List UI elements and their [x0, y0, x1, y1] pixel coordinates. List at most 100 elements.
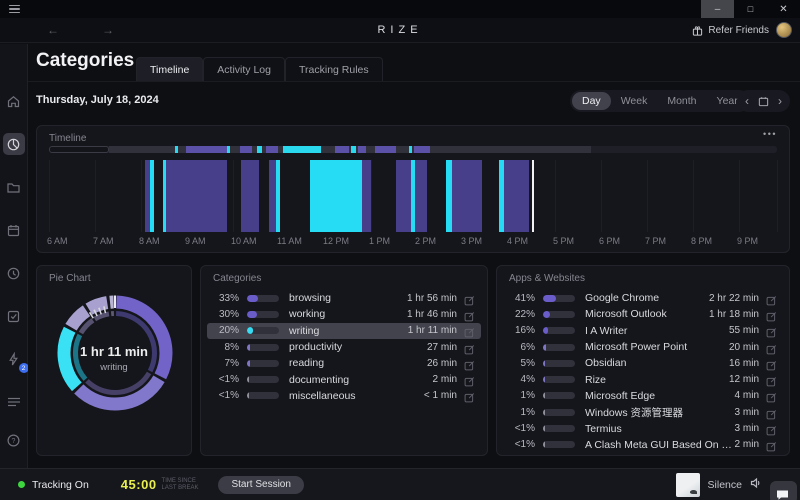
- sidebar-item-history[interactable]: [3, 262, 25, 284]
- edit-icon[interactable]: [464, 342, 475, 353]
- edit-icon[interactable]: [766, 423, 777, 434]
- edit-icon[interactable]: [464, 358, 475, 369]
- sidebar: 2 ? ⚙: [0, 44, 28, 468]
- minimize-button[interactable]: –: [701, 0, 734, 18]
- pie-inner-segment-writing[interactable]: [75, 335, 85, 379]
- timeline-block[interactable]: [269, 160, 276, 232]
- back-arrow-icon[interactable]: ←: [44, 23, 62, 37]
- range-day[interactable]: Day: [572, 92, 611, 110]
- sidebar-item-projects[interactable]: [3, 176, 25, 198]
- timeline-menu-button[interactable]: •••: [763, 129, 777, 139]
- edit-icon[interactable]: [766, 309, 777, 320]
- tab-timeline[interactable]: Timeline: [136, 57, 203, 82]
- edit-icon[interactable]: [766, 390, 777, 401]
- category-row-browsing[interactable]: 33%browsing1 hr 56 min: [207, 290, 481, 306]
- category-row-working[interactable]: 30%working1 hr 46 min: [207, 306, 481, 322]
- pie-inner-segment-working[interactable]: [87, 373, 149, 393]
- edit-icon[interactable]: [464, 325, 475, 336]
- hamburger-menu-icon[interactable]: [9, 5, 20, 14]
- timeline-block[interactable]: [504, 160, 529, 232]
- category-bar: [247, 311, 279, 318]
- timeline-now-cursor[interactable]: [532, 160, 534, 232]
- app-row-rize[interactable]: 4%Rize12 min: [503, 371, 783, 387]
- range-week[interactable]: Week: [611, 92, 658, 110]
- category-row-writing[interactable]: 20%writing1 hr 11 min: [207, 323, 481, 339]
- edit-icon[interactable]: [464, 390, 475, 401]
- timeline-block[interactable]: [452, 160, 483, 232]
- category-label: miscellaneous: [289, 390, 424, 402]
- app-row-microsoft-outlook[interactable]: 22%Microsoft Outlook1 hr 18 min: [503, 306, 783, 322]
- category-bar: [247, 392, 279, 399]
- app-label: Microsoft Edge: [585, 390, 735, 402]
- next-day-button[interactable]: ›: [778, 95, 782, 107]
- edit-icon[interactable]: [766, 293, 777, 304]
- close-button[interactable]: ✕: [767, 0, 800, 18]
- sidebar-item-help[interactable]: ?: [3, 429, 25, 451]
- timeline-block[interactable]: [166, 160, 226, 232]
- timeline-hour-labels: 6 AM7 AM8 AM9 AM10 AM11 AM12 PM1 PM2 PM3…: [49, 236, 777, 248]
- timeline-minimap[interactable]: [49, 146, 777, 153]
- user-avatar[interactable]: [776, 22, 792, 38]
- edit-icon[interactable]: [464, 293, 475, 304]
- maximize-button[interactable]: □: [734, 0, 767, 18]
- tabs: TimelineActivity LogTracking Rules: [136, 57, 383, 82]
- sidebar-item-categories[interactable]: [3, 133, 25, 155]
- start-session-button[interactable]: Start Session: [218, 476, 303, 494]
- app-row-google-chrome[interactable]: 41%Google Chrome2 hr 22 min: [503, 290, 783, 306]
- forward-arrow-icon[interactable]: →: [99, 23, 117, 37]
- app-row-microsoft-power-point[interactable]: 6%Microsoft Power Point20 min: [503, 339, 783, 355]
- tab-tracking-rules[interactable]: Tracking Rules: [285, 57, 383, 82]
- timeline-hour-label: 5 PM: [553, 236, 574, 246]
- edit-icon[interactable]: [464, 309, 475, 320]
- timeline-block[interactable]: [276, 160, 280, 232]
- category-percent: 33%: [213, 293, 239, 304]
- app-label: Windows 资源管理器: [585, 405, 735, 420]
- category-label: productivity: [289, 341, 427, 353]
- prev-day-button[interactable]: ‹: [745, 95, 749, 107]
- app-row-obsidian[interactable]: 5%Obsidian16 min: [503, 355, 783, 371]
- chat-widget-button[interactable]: [770, 481, 797, 500]
- timeline-block[interactable]: [396, 160, 411, 232]
- app-row-i-a-writer[interactable]: 16%I A Writer55 min: [503, 323, 783, 339]
- category-duration: 27 min: [427, 342, 457, 353]
- edit-icon[interactable]: [766, 358, 777, 369]
- tracking-status-dot: [18, 481, 25, 488]
- category-row-productivity[interactable]: 8%productivity27 min: [207, 339, 481, 355]
- edit-icon[interactable]: [766, 407, 777, 418]
- app-bar: [543, 344, 575, 351]
- speaker-icon[interactable]: [750, 476, 762, 494]
- sidebar-item-calendar[interactable]: [3, 219, 25, 241]
- tab-activity-log[interactable]: Activity Log: [203, 57, 285, 82]
- timeline-block[interactable]: [150, 160, 154, 232]
- range-month[interactable]: Month: [657, 92, 706, 110]
- category-row-documenting[interactable]: <1%documenting2 min: [207, 371, 481, 387]
- app-row-windows[interactable]: 1%Windows 资源管理器3 min: [503, 404, 783, 420]
- app-percent: <1%: [509, 439, 535, 450]
- sidebar-item-sessions[interactable]: 2: [3, 348, 25, 370]
- album-art[interactable]: [676, 473, 700, 497]
- edit-icon[interactable]: [766, 374, 777, 385]
- refer-friends-button[interactable]: Refer Friends: [692, 25, 769, 36]
- category-row-reading[interactable]: 7%reading26 min: [207, 355, 481, 371]
- pie-chart[interactable]: [51, 289, 179, 417]
- sidebar-item-list[interactable]: [3, 391, 25, 413]
- timeline-chart: [49, 160, 777, 232]
- sidebar-item-home[interactable]: [3, 90, 25, 112]
- app-row-a-clash-meta-gui-based-on-ta[interactable]: <1%A Clash Meta GUI Based On Ta...2 min: [503, 437, 783, 453]
- calendar-picker-icon[interactable]: [758, 96, 769, 107]
- app-row-termius[interactable]: <1%Termius3 min: [503, 420, 783, 436]
- timeline-block[interactable]: [310, 160, 362, 232]
- edit-icon[interactable]: [464, 374, 475, 385]
- category-bar: [247, 327, 279, 334]
- chat-bubble-icon: [776, 489, 789, 500]
- edit-icon[interactable]: [766, 325, 777, 336]
- sidebar-item-tasks[interactable]: [3, 305, 25, 327]
- timeline-block[interactable]: [241, 160, 259, 232]
- minimap-handle[interactable]: [49, 146, 109, 153]
- category-row-miscellaneous[interactable]: <1%miscellaneous< 1 min: [207, 388, 481, 404]
- timeline-block[interactable]: [362, 160, 371, 232]
- timeline-block[interactable]: [415, 160, 427, 232]
- edit-icon[interactable]: [766, 342, 777, 353]
- edit-icon[interactable]: [766, 439, 777, 450]
- app-row-microsoft-edge[interactable]: 1%Microsoft Edge4 min: [503, 388, 783, 404]
